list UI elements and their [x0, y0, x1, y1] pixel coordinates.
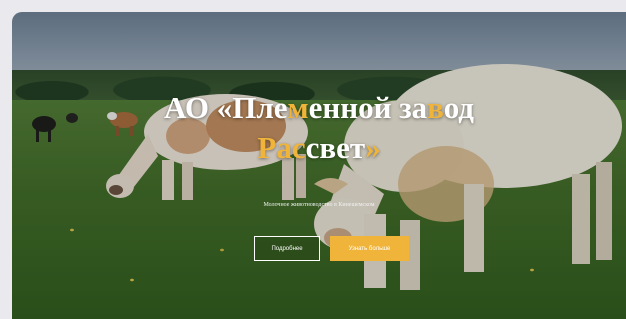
contact-button[interactable]: Узнать больше	[330, 236, 409, 261]
title-accent-2: в	[427, 90, 444, 125]
title-text-4: свет	[305, 130, 366, 165]
hero-content: АО «Племенной завод Рассвет» Молочное жи…	[12, 12, 626, 319]
hero-section: АО «Племенной завод Рассвет» Молочное жи…	[12, 12, 626, 319]
title-accent-1: м	[287, 90, 309, 125]
more-button[interactable]: Подробнее	[254, 236, 320, 261]
title-text-3: од	[443, 90, 474, 125]
title-text-2: енной за	[308, 90, 428, 125]
title-accent-3: Ра	[257, 130, 292, 165]
hero-title: АО «Племенной завод Рассвет»	[72, 88, 566, 168]
title-accent-4: с	[291, 130, 306, 165]
hero-subtitle: Молочное животноводство в Кинешемском	[263, 202, 375, 208]
title-text-1: АО «Пле	[164, 90, 288, 125]
title-accent-5: »	[365, 130, 381, 165]
